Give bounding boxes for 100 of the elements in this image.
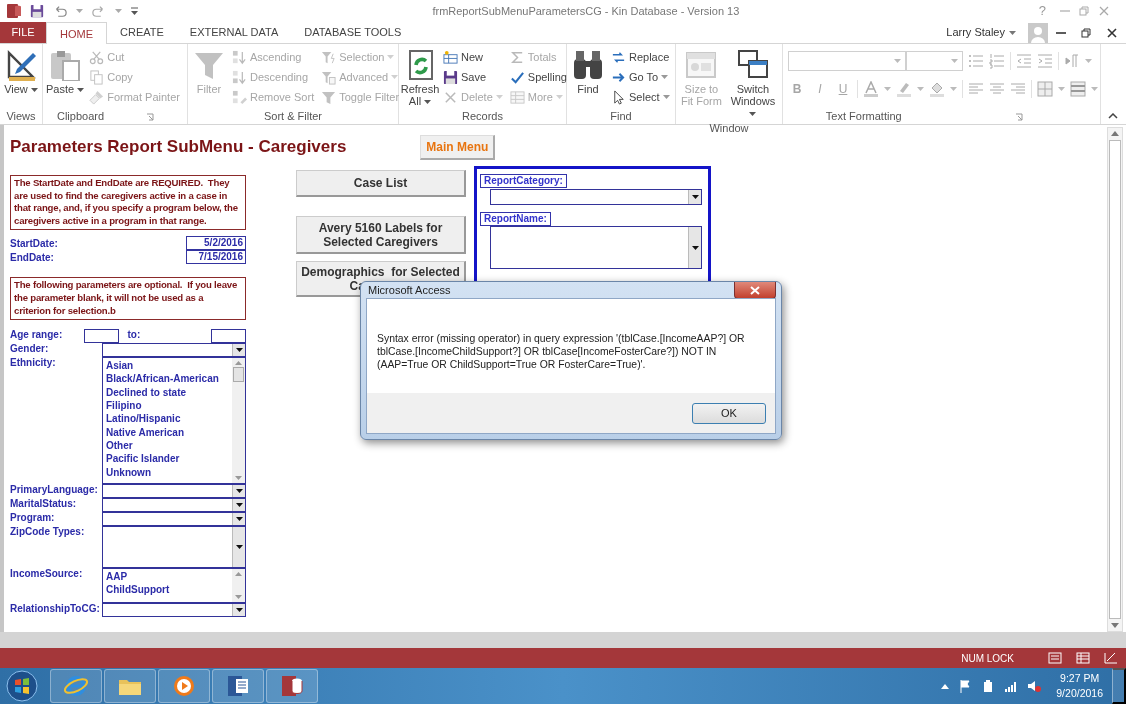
- checkmark-icon: [509, 69, 525, 85]
- align-left-icon: [968, 81, 984, 97]
- ribbon-button[interactable]: Save: [441, 67, 505, 87]
- list-option[interactable]: Native American: [106, 425, 229, 439]
- dropdown-field[interactable]: [102, 498, 246, 513]
- dropdown-field[interactable]: [102, 512, 246, 527]
- report-button[interactable]: Avery 5160 Labels for Selected Caregivers: [296, 216, 466, 254]
- bullets-icon: [968, 53, 984, 69]
- list-option[interactable]: ChildSupport: [106, 583, 229, 597]
- list-option[interactable]: Declined to state: [106, 385, 229, 400]
- gridlines-icon: [1037, 81, 1053, 97]
- flag-icon: [958, 679, 973, 693]
- ribbon-button[interactable]: Spelling: [507, 67, 569, 87]
- field-label: Program:: [10, 512, 56, 525]
- list-option[interactable]: Asian: [106, 359, 229, 373]
- ruler-pencil-icon: [5, 49, 37, 81]
- ribbon-tab[interactable]: FILE: [0, 22, 46, 43]
- scrollbar[interactable]: [1107, 127, 1123, 632]
- ribbon-button[interactable]: Go To: [609, 67, 672, 87]
- dropdown-field[interactable]: [490, 226, 702, 269]
- caret-icon: [661, 75, 669, 79]
- minimize-icon: [1056, 31, 1066, 34]
- list-option[interactable]: AAP: [106, 570, 229, 584]
- report-button[interactable]: Case List: [296, 170, 466, 197]
- ribbon-button[interactable]: New: [441, 47, 505, 67]
- field-label: IncomeSource:: [10, 568, 84, 581]
- taskbar-button[interactable]: [266, 669, 318, 703]
- scroll-thumb[interactable]: [1109, 140, 1121, 619]
- remove-sort-icon: [232, 89, 247, 105]
- grid-icon: [509, 89, 525, 105]
- ribbon-tab[interactable]: DATABASE TOOLS: [291, 22, 415, 43]
- scroll-up-icon: [1111, 131, 1119, 136]
- field-label: to:: [127, 329, 142, 342]
- ribbon-tab[interactable]: CREATE: [107, 22, 177, 43]
- date-field[interactable]: 5/2/2016: [186, 236, 246, 251]
- dialog-launcher-icon: [1015, 113, 1024, 122]
- taskbar-button[interactable]: [158, 669, 210, 703]
- caret-icon: [424, 100, 432, 105]
- date-field[interactable]: 7/15/2016: [186, 250, 246, 265]
- ok-button[interactable]: OK: [692, 402, 766, 424]
- dropdown-field[interactable]: [102, 343, 246, 358]
- customize-icon: [130, 7, 139, 15]
- clock-date: 9/20/2016: [1056, 686, 1103, 701]
- show-desktop-button[interactable]: [1112, 668, 1126, 704]
- dropdown-field[interactable]: [102, 603, 246, 618]
- ribbon-tab[interactable]: HOME: [46, 22, 107, 45]
- ribbon-button[interactable]: Switch Windows: [726, 47, 779, 121]
- input-field[interactable]: [83, 329, 119, 344]
- scrollbar[interactable]: [232, 569, 245, 603]
- access-logo-icon: [6, 3, 22, 19]
- dropdown-field[interactable]: [102, 526, 246, 569]
- scroll-down-icon: [1111, 623, 1119, 628]
- alternate-row-icon: [1070, 81, 1086, 97]
- scrollbar[interactable]: [232, 358, 245, 484]
- font-name-field[interactable]: [788, 51, 906, 71]
- field-label: StartDate:: [10, 236, 58, 251]
- copy-icon: [89, 69, 105, 85]
- caret-icon: [884, 87, 891, 91]
- binoculars-icon: [572, 49, 604, 81]
- required-note: The StartDate and EndDate are REQUIRED. They are used to find the caregivers active in a case in that range, and, if you specify a program below, the caregivers active in a program in that range.: [10, 175, 246, 231]
- ribbon-button[interactable]: Paste: [46, 47, 85, 109]
- save-icon: [443, 69, 458, 85]
- list-option[interactable]: Latino/Hispanic: [106, 412, 229, 426]
- ribbon-button[interactable]: View: [3, 47, 39, 109]
- clipboard-icon: [49, 49, 82, 81]
- ribbon-button[interactable]: Replace: [609, 47, 672, 67]
- input-field[interactable]: [211, 329, 246, 344]
- field-label: MaritalStatus:: [10, 498, 78, 511]
- font-size-field[interactable]: [906, 51, 963, 71]
- ribbon-button[interactable]: Find: [570, 47, 606, 109]
- list-option[interactable]: Pacific Islander: [106, 452, 229, 466]
- show-hidden-icon: [941, 683, 950, 689]
- filter-selection-icon: [321, 49, 337, 65]
- close-icon: [1106, 26, 1118, 39]
- ribbon-button[interactable]: Refresh All: [402, 47, 438, 109]
- field-label: Ethnicity:: [10, 357, 57, 370]
- restore-icon: [1078, 5, 1090, 17]
- list-option[interactable]: Black/African-American: [106, 372, 229, 386]
- field-label: Age range:: [10, 329, 64, 342]
- caret-icon: [30, 88, 38, 93]
- close-icon: [750, 285, 760, 295]
- caret-icon: [691, 194, 699, 199]
- dropdown-field[interactable]: [490, 188, 702, 205]
- taskbar-button[interactable]: [212, 669, 264, 703]
- list-option[interactable]: Unknown: [106, 465, 229, 479]
- ribbon-tab[interactable]: EXTERNAL DATA: [176, 22, 292, 43]
- start-orb-icon: [6, 670, 38, 702]
- dropdown-field[interactable]: [102, 484, 246, 499]
- list-option[interactable]: Filipino: [106, 399, 229, 413]
- datasheet-view-icon: [1076, 652, 1090, 664]
- list-option[interactable]: Other: [106, 438, 229, 453]
- scroll-up-icon: [235, 572, 242, 577]
- scroll-thumb[interactable]: [233, 367, 244, 383]
- highlight-icon: [896, 81, 912, 97]
- windows-icon: [736, 49, 769, 81]
- user-menu[interactable]: Larry Staley: [940, 22, 1022, 43]
- error-message: Syntax error (missing operator) in query expression '(tblCase.[IncomeAAP?] OR tblCase.[IncomeChildSupport?] OR tblCase[IncomeFosterCare?]) NOT IN (AAP=True OR ChildSupport=True OR FosterCare=True)'.: [377, 333, 745, 370]
- database-icon: [279, 673, 305, 699]
- ribbon-button[interactable]: Select: [609, 87, 672, 107]
- scissors-icon: [89, 49, 105, 65]
